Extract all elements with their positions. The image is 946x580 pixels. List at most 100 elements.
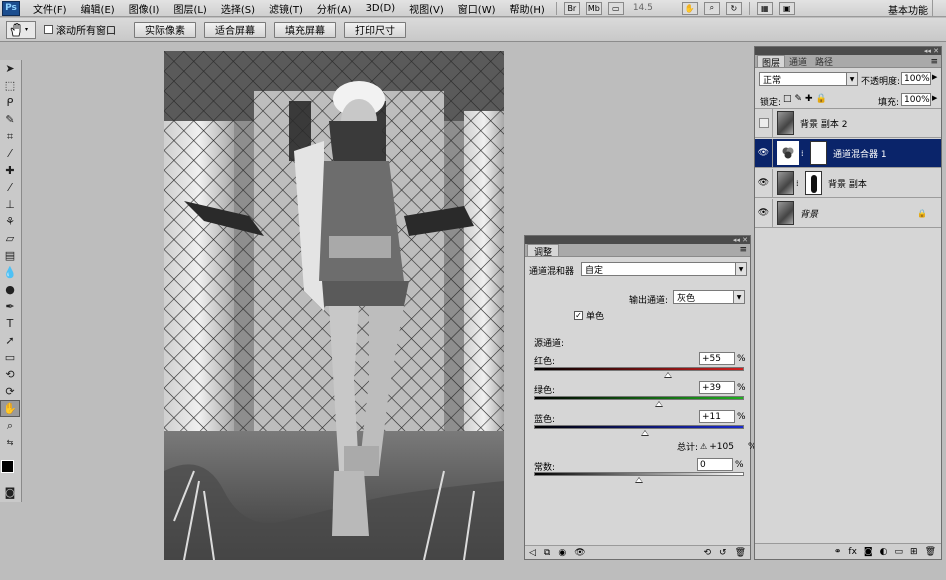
trash-icon[interactable]: 🗑 [925, 547, 936, 557]
3d-orbit-tool-icon[interactable]: ⟳ [0, 383, 20, 400]
eraser-tool-icon[interactable]: ▱ [0, 230, 20, 247]
constant-value-field[interactable]: 0 [697, 458, 733, 471]
fill-screen-button[interactable]: 填充屏幕 [274, 21, 336, 38]
visibility-eye-icon[interactable]: 👁 [574, 548, 585, 558]
link-icon[interactable]: ⁞ [796, 179, 802, 188]
blue-value-field[interactable]: +11 [699, 410, 735, 423]
green-slider-track[interactable] [534, 396, 744, 400]
add-mask-icon[interactable]: ◙ [864, 547, 873, 557]
preset-dropdown[interactable]: 自定 ▼ [581, 262, 747, 276]
menu-filter[interactable]: 滤镜(T) [262, 1, 310, 16]
panel-titlebar[interactable]: ◂◂ ✕ [525, 236, 750, 244]
blue-slider-track[interactable] [534, 425, 744, 429]
marquee-tool-icon[interactable]: ⬚ [0, 77, 20, 94]
foreground-color-swatch[interactable] [1, 460, 14, 473]
rotate-view-icon[interactable]: ↻ [725, 1, 742, 15]
gradient-tool-icon[interactable]: ▤ [0, 247, 20, 264]
workspace-switcher[interactable]: 基本功能 [888, 2, 928, 17]
pen-tool-icon[interactable]: ✒ [0, 298, 20, 315]
clip-to-layer-icon[interactable]: ◉ [558, 548, 566, 558]
visibility-toggle[interactable]: 👁 [755, 168, 773, 198]
zoom-tool-icon[interactable]: ⌕ [0, 417, 20, 434]
visibility-toggle[interactable] [755, 108, 773, 138]
brush-tool-icon[interactable]: ⁄ [0, 179, 20, 196]
tab-paths[interactable]: 路径 [811, 55, 837, 68]
new-adjustment-icon[interactable]: ◐ [880, 547, 888, 557]
tab-adjustments[interactable]: 调整 [527, 244, 560, 258]
menu-layer[interactable]: 图层(L) [166, 1, 213, 16]
quick-mask-icon[interactable]: ◙ [0, 484, 20, 501]
menu-window[interactable]: 窗口(W) [451, 1, 503, 16]
layer-style-icon[interactable]: fx [848, 547, 857, 557]
move-tool-icon[interactable]: ➤ [0, 60, 20, 77]
quick-select-tool-icon[interactable]: ✎ [0, 111, 20, 128]
layer-row-channel-mixer-1[interactable]: 👁 ⁞ 通道混合器 1 [755, 138, 941, 168]
reset-icon[interactable]: ↺ [719, 548, 727, 558]
collapse-icon[interactable]: ◂◂ ✕ [733, 236, 748, 244]
lasso-tool-icon[interactable]: ᑭ [0, 94, 20, 111]
bridge-button[interactable]: Br [563, 1, 580, 15]
new-group-icon[interactable]: ▭ [895, 547, 904, 557]
zoom-level[interactable]: 14.5 [633, 3, 673, 13]
fill-field[interactable]: 100% [901, 93, 931, 106]
back-arrow-icon[interactable]: ◁ [529, 548, 536, 558]
hand-tool-icon[interactable]: ✋ [0, 400, 20, 417]
output-channel-dropdown[interactable]: 灰色 ▼ [673, 290, 745, 304]
swap-colors-icon[interactable]: ⇆ [0, 434, 20, 451]
red-slider-track[interactable] [534, 367, 744, 371]
screen-mode-icon[interactable]: ▣ [778, 1, 795, 15]
menu-view[interactable]: 视图(V) [402, 1, 451, 16]
eyedropper-tool-icon[interactable]: ⁄ [0, 145, 20, 162]
mini-bridge-button[interactable]: Mb [585, 1, 602, 15]
scroll-all-windows-option[interactable]: 滚动所有窗口 [44, 22, 116, 37]
chevron-right-icon[interactable]: ▶ [932, 73, 937, 81]
chevron-right-icon[interactable]: ▶ [932, 94, 937, 102]
opacity-field[interactable]: 100% [901, 72, 931, 85]
menu-analysis[interactable]: 分析(A) [310, 1, 359, 16]
collapse-icon[interactable]: ◂◂ ✕ [924, 47, 939, 55]
menu-3d[interactable]: 3D(D) [359, 3, 403, 14]
clone-stamp-tool-icon[interactable]: ⊥ [0, 196, 20, 213]
tab-channels[interactable]: 通道 [785, 55, 811, 68]
shape-tool-icon[interactable]: ▭ [0, 349, 20, 366]
link-icon[interactable]: ⁞ [801, 149, 807, 158]
menu-file[interactable]: 文件(F) [26, 1, 74, 16]
crop-tool-icon[interactable]: ⌗ [0, 128, 20, 145]
type-tool-icon[interactable]: T [0, 315, 20, 332]
menu-help[interactable]: 帮助(H) [503, 1, 552, 16]
blend-mode-dropdown[interactable]: 正常 ▼ [759, 72, 858, 86]
3d-rotate-tool-icon[interactable]: ⟲ [0, 366, 20, 383]
window-controls[interactable] [932, 0, 946, 17]
scroll-all-checkbox[interactable] [44, 25, 53, 34]
layer-row-background-copy[interactable]: 👁 ⁞ 背景 副本 [755, 168, 941, 198]
healing-brush-tool-icon[interactable]: ✚ [0, 162, 20, 179]
blue-slider-thumb[interactable] [640, 430, 649, 436]
layer-row-background[interactable]: 👁 背景 🔒 [755, 198, 941, 228]
tab-layers[interactable]: 图层 [757, 55, 786, 69]
trash-icon[interactable]: 🗑 [735, 548, 746, 558]
previous-state-icon[interactable]: ⟲ [703, 548, 711, 558]
arrange-documents-icon[interactable]: ▦ [756, 1, 773, 15]
fit-screen-button[interactable]: 适合屏幕 [204, 21, 266, 38]
monochrome-checkbox[interactable]: ✓ [574, 311, 583, 320]
panel-titlebar[interactable]: ◂◂ ✕ [755, 47, 941, 55]
constant-slider-thumb[interactable] [635, 477, 643, 483]
red-value-field[interactable]: +55 [699, 352, 735, 365]
constant-slider-track[interactable] [534, 472, 744, 476]
green-slider-thumb[interactable] [655, 401, 664, 407]
zoom-icon[interactable]: ⌕ [703, 1, 720, 15]
menu-edit[interactable]: 编辑(E) [74, 1, 122, 16]
path-select-tool-icon[interactable]: ➚ [0, 332, 20, 349]
actual-pixels-button[interactable]: 实际像素 [134, 21, 196, 38]
dodge-tool-icon[interactable]: ● [0, 281, 20, 298]
panel-menu-icon[interactable]: ≡ [930, 57, 938, 67]
menu-image[interactable]: 图像(I) [122, 1, 167, 16]
layer-row-background-copy-2[interactable]: 背景 副本 2 [755, 108, 941, 138]
document-canvas[interactable] [164, 51, 504, 560]
green-value-field[interactable]: +39 [699, 381, 735, 394]
new-layer-icon[interactable]: ⊞ [910, 547, 918, 557]
panel-menu-icon[interactable]: ≡ [739, 245, 747, 255]
hand-icon[interactable]: ✋ [681, 1, 698, 15]
menu-select[interactable]: 选择(S) [214, 1, 262, 16]
link-layers-icon[interactable]: ⚭ [834, 547, 842, 557]
